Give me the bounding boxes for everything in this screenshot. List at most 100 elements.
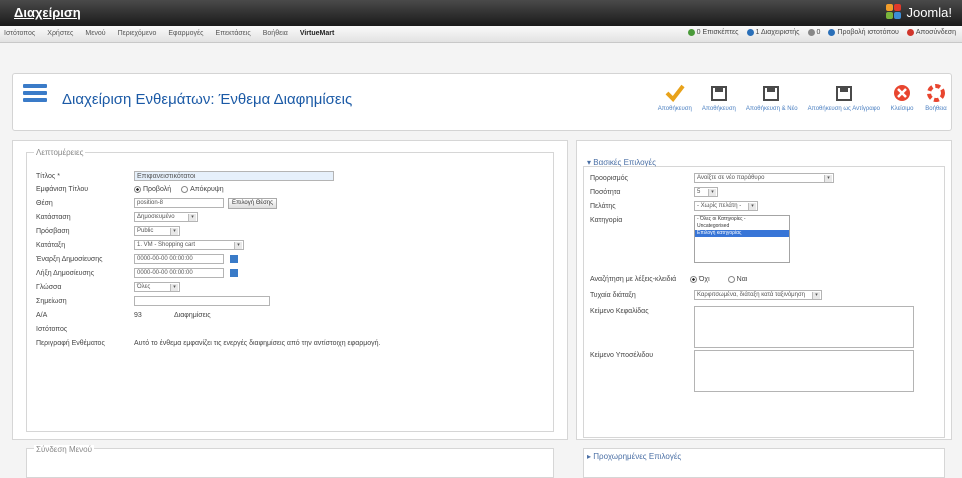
toolbar-button-label: Αποθήκευση & Νέο	[745, 106, 798, 112]
help-button[interactable]: Βοήθεια	[924, 82, 948, 112]
select-position-button[interactable]: Επιλογή Θέσης	[228, 198, 277, 209]
status-label: Αποσύνδεση	[915, 29, 956, 36]
list-option[interactable]: Επιλογή κατηγορίας	[695, 230, 789, 237]
radio-button[interactable]	[690, 276, 697, 283]
select-field[interactable]: Δημοσιευμένο ▾	[134, 212, 198, 222]
chevron-down-icon: ▾	[812, 292, 820, 299]
help-icon	[924, 82, 948, 104]
menu-assign-legend: Σύνδεση Μενού	[34, 445, 95, 454]
menu-item-1[interactable]: Χρήστες	[47, 30, 73, 37]
chevron-down-icon: ▾	[824, 175, 832, 182]
save-copy-icon	[832, 82, 856, 104]
joomla-logo: Joomla!	[886, 4, 952, 20]
date-input[interactable]: 0000-00-00 00:00:00	[134, 268, 224, 278]
field-label: Κείμενο Κεφαλίδας	[590, 308, 649, 315]
field-label: Θέση	[36, 200, 53, 207]
field-label: Κείμενο Υποσέλιδου	[590, 352, 654, 359]
radio-button[interactable]	[727, 276, 735, 283]
field-label: Ποσότητα	[590, 189, 621, 196]
date-input[interactable]: 0000-00-00 00:00:00	[134, 254, 224, 264]
field-label: Ιστότοπος	[36, 326, 68, 333]
header-bar: Διαχείριση Joomla!	[0, 0, 962, 26]
advanced-options-header[interactable]: ▸ Προχωρημένες Επιλογές	[587, 452, 681, 461]
field-label: Κατάσταση	[36, 214, 71, 221]
keyword-radio[interactable]: Όχι Ναι	[690, 276, 765, 283]
field-label: Τίτλος *	[36, 173, 60, 180]
select-field[interactable]: 1. VM - Shopping cart ▾	[134, 240, 244, 250]
field-label: Εμφάνιση Τίτλου	[36, 186, 89, 193]
close-icon	[890, 82, 914, 104]
radio-button[interactable]	[134, 186, 141, 193]
menu-item-4[interactable]: Εφαρμογές	[168, 30, 203, 37]
field-label: Κατηγορία	[590, 217, 623, 224]
calendar-icon[interactable]	[230, 255, 238, 263]
status-item-2[interactable]: 0	[807, 29, 820, 36]
menu-item-7[interactable]: VirtueMart	[300, 30, 335, 37]
menu-assign-fieldset	[26, 448, 554, 478]
select-field[interactable]: Καρφιτσωμένα, διάταξη κατά ταξινόμηση ▾	[694, 290, 822, 300]
close-button[interactable]: Κλείσιμο	[890, 82, 914, 112]
save-copy-button[interactable]: Αποθήκευση ως Αντίγραφο	[808, 82, 880, 112]
select-field[interactable]: - Χωρίς πελάτη - ▾	[694, 201, 758, 211]
radio-label: Όχι	[699, 276, 710, 284]
status-icon	[687, 29, 695, 36]
radio-button[interactable]	[181, 186, 189, 193]
menu-item-0[interactable]: Ιστότοπος	[4, 30, 35, 37]
status-item-0[interactable]: 0 Επισκέπτες	[687, 29, 739, 36]
save-new-icon	[760, 82, 784, 104]
basic-options-fieldset	[583, 166, 945, 438]
field-label: Πελάτης	[590, 203, 616, 210]
footer-text-area[interactable]	[694, 350, 914, 392]
list-option[interactable]: - Όλες οι Κατηγορίες -	[695, 216, 789, 223]
check-icon	[663, 82, 687, 104]
joomla-mark-icon	[886, 4, 902, 20]
admin-title-link[interactable]: Διαχείριση	[14, 5, 81, 20]
field-label: Έναρξη Δημοσίευσης	[36, 256, 103, 263]
calendar-icon[interactable]	[230, 269, 238, 277]
status-icon	[807, 29, 815, 36]
field-label: Προορισμός	[590, 175, 628, 182]
menu-item-2[interactable]: Μενού	[85, 30, 105, 37]
toolbar-button-label: Κλείσιμο	[890, 106, 914, 112]
field-label: Σημείωση	[36, 298, 67, 305]
field-label: Κατάταξη	[36, 242, 66, 249]
chevron-down-icon: ▾	[708, 189, 716, 196]
status-item-1[interactable]: 1 Διαχειριστής	[746, 29, 800, 36]
position-input[interactable]: position-8	[134, 198, 224, 208]
basic-options-header[interactable]: ▾ Βασικές Επιλογές	[587, 158, 656, 167]
toolbar-button-label: Αποθήκευση	[701, 106, 736, 112]
module-type: Διαφημίσεις	[174, 312, 211, 319]
advanced-options-title: Προχωρημένες Επιλογές	[593, 452, 682, 461]
select-field[interactable]: Όλες ▾	[134, 282, 180, 292]
select-field[interactable]: 5 ▾	[694, 187, 718, 197]
check-button[interactable]: Αποθήκευση	[658, 82, 692, 112]
status-item-3[interactable]: Προβολή ιστοτόπου	[828, 29, 899, 36]
chevron-down-icon: ▾	[170, 284, 178, 291]
toolbar-button-label: Αποθήκευση ως Αντίγραφο	[807, 106, 880, 112]
menu-item-5[interactable]: Επεκτάσεις	[216, 30, 251, 37]
field-label: Αναζήτηση με λέξεις-κλειδιά	[590, 276, 677, 283]
module-description: Αυτό το ένθεμα εμφανίζει τις ενεργές δια…	[134, 340, 381, 347]
title-input[interactable]: Επιφανειστικότατοι	[134, 171, 334, 181]
category-list[interactable]: - Όλες οι Κατηγορίες - Uncategorised Επιλο…	[694, 215, 790, 263]
field-label: Πρόσβαση	[36, 228, 70, 235]
logo-text: Joomla!	[906, 4, 952, 20]
select-field[interactable]: Ανοίξτε σε νέο παράθυρο ▾	[694, 173, 834, 183]
note-input[interactable]	[134, 296, 270, 306]
main-menu: Ιστότοπος Χρήστες Μενού Περιεχόμενο Εφαρμογέ…	[0, 26, 962, 43]
header-text-area[interactable]	[694, 306, 914, 348]
status-icon	[906, 29, 914, 36]
field-label: Τυχαία διάταξη	[590, 292, 636, 299]
menu-item-3[interactable]: Περιεχόμενο	[118, 30, 157, 37]
field-label: Γλώσσα	[36, 284, 62, 291]
menu-item-6[interactable]: Βοήθεια	[263, 30, 288, 37]
details-fieldset	[26, 152, 554, 432]
select-field[interactable]: Public ▾	[134, 226, 180, 236]
field-label: A/A	[36, 312, 48, 319]
list-option[interactable]: Uncategorised	[695, 223, 789, 230]
save-button[interactable]: Αποθήκευση	[702, 82, 736, 112]
status-label: 0 Επισκέπτες	[696, 29, 739, 36]
save-new-button[interactable]: Αποθήκευση & Νέο	[746, 82, 798, 112]
status-item-4[interactable]: Αποσύνδεση	[906, 29, 956, 36]
show-title-radio[interactable]: Προβολή Απόκρυψη	[134, 186, 234, 193]
